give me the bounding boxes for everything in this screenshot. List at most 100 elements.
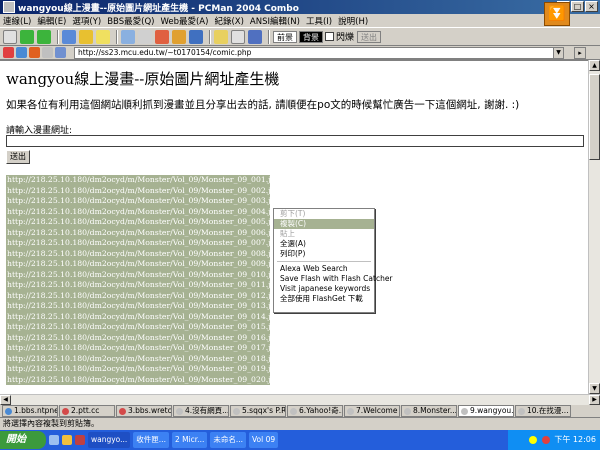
reconnect-icon[interactable] xyxy=(62,29,76,44)
star-icon[interactable] xyxy=(96,29,110,44)
chevron-down-icon[interactable]: ▼ xyxy=(553,47,563,58)
menu-bbs-favorites[interactable]: BBS最愛(Q) xyxy=(107,15,154,27)
url-row[interactable]: http://218.25.10.180/dm2ocyd/m/Monster/V… xyxy=(6,290,280,301)
menu-tools[interactable]: 工具(I) xyxy=(306,15,332,27)
tray-icon[interactable] xyxy=(529,435,538,444)
context-flashget-all[interactable]: 全部使用 FlashGet 下載 xyxy=(274,294,374,304)
zoom-icon[interactable] xyxy=(55,47,66,58)
ansi-color-icon[interactable] xyxy=(155,29,169,44)
scroll-down-icon[interactable]: ▼ xyxy=(589,383,600,394)
url-row[interactable]: http://218.25.10.180/dm2ocyd/m/Monster/V… xyxy=(6,248,280,259)
quicklaunch-folder-icon[interactable] xyxy=(62,435,72,445)
tray-icon[interactable] xyxy=(541,435,550,444)
menu-web-favorites[interactable]: Web最愛(A) xyxy=(160,15,208,27)
tab-1[interactable]: 1.bbs.ntpne... xyxy=(2,405,58,417)
url-row[interactable]: http://218.25.10.180/dm2ocyd/m/Monster/V… xyxy=(6,238,280,249)
url-row[interactable]: http://218.25.10.180/dm2ocyd/m/Monster/V… xyxy=(6,374,280,385)
toolbar-separator xyxy=(209,29,211,44)
tab-9[interactable]: 9.wangyou... xyxy=(458,405,514,417)
url-row[interactable]: http://218.25.10.180/dm2ocyd/m/Monster/V… xyxy=(6,311,280,322)
tab-3[interactable]: 3.bbs.wretch... xyxy=(116,405,172,417)
tab-8[interactable]: 8.Monster... xyxy=(401,405,457,417)
url-row[interactable]: http://218.25.10.180/dm2ocyd/m/Monster/V… xyxy=(6,217,280,228)
tab-10[interactable]: 10.在找漫... xyxy=(515,405,571,417)
favorites-icon[interactable] xyxy=(79,29,93,44)
window-icon[interactable] xyxy=(189,29,203,44)
forward-icon[interactable] xyxy=(37,29,51,44)
taskbar-item[interactable]: 收件匣... xyxy=(133,432,169,448)
tab-2[interactable]: 2.ptt.cc xyxy=(59,405,115,417)
context-visit-keywords[interactable]: Visit japanese keywords xyxy=(274,284,374,294)
url-row[interactable]: http://218.25.10.180/dm2ocyd/m/Monster/V… xyxy=(6,332,280,343)
taskbar-item[interactable]: Vol 09 xyxy=(249,432,279,448)
url-row[interactable]: http://218.25.10.180/dm2ocyd/m/Monster/V… xyxy=(6,206,280,217)
context-save-flash[interactable]: Save Flash with Flash Catcher xyxy=(274,274,393,284)
go-button[interactable]: ▸ xyxy=(574,46,586,59)
comic-url-input[interactable] xyxy=(6,135,584,147)
scroll-left-icon[interactable]: ◀ xyxy=(0,395,11,405)
background-mode-button[interactable]: 背景 xyxy=(299,30,323,43)
context-print[interactable]: 列印(P) xyxy=(274,249,374,259)
quicklaunch-ie-icon[interactable] xyxy=(49,435,59,445)
lock-icon[interactable] xyxy=(214,29,228,44)
tab-4[interactable]: 4.沒有網頁... xyxy=(173,405,229,417)
url-row[interactable]: http://218.25.10.180/dm2ocyd/m/Monster/V… xyxy=(6,269,280,280)
url-row[interactable]: http://218.25.10.180/dm2ocyd/m/Monster/V… xyxy=(6,343,280,354)
gear-icon[interactable] xyxy=(172,29,186,44)
tab-5[interactable]: 5.sqqx's P.R.I... xyxy=(230,405,286,417)
menu-help[interactable]: 說明(H) xyxy=(338,15,368,27)
quicklaunch-app-icon[interactable] xyxy=(75,435,85,445)
url-row[interactable]: http://218.25.10.180/dm2ocyd/m/Monster/V… xyxy=(6,301,280,312)
home-icon[interactable] xyxy=(29,47,40,58)
menu-options[interactable]: 選項(Y) xyxy=(72,15,101,27)
context-alexa-search[interactable]: Alexa Web Search xyxy=(274,264,374,274)
menu-history[interactable]: 紀錄(X) xyxy=(214,15,243,27)
menu-ansi-edit[interactable]: ANSI編輯(N) xyxy=(250,15,300,27)
url-row[interactable]: http://218.25.10.180/dm2ocyd/m/Monster/V… xyxy=(6,185,280,196)
taskbar-item[interactable]: 2 Micr... xyxy=(171,432,208,448)
url-row[interactable]: http://218.25.10.180/dm2ocyd/m/Monster/V… xyxy=(6,175,280,186)
start-button[interactable]: 開始 xyxy=(0,431,46,449)
tab-7[interactable]: 7.Welcome t... xyxy=(344,405,400,417)
submit-button[interactable]: 送出 xyxy=(6,150,30,164)
tab-6[interactable]: 6.Yahoo!奇... xyxy=(287,405,343,417)
print-icon[interactable] xyxy=(42,47,53,58)
status-bar: 將選擇內容複製到剪貼簿。 xyxy=(0,417,600,430)
paste-icon[interactable] xyxy=(138,29,152,44)
menu-connection[interactable]: 連線(L) xyxy=(3,15,31,27)
url-row[interactable]: http://218.25.10.180/dm2ocyd/m/Monster/V… xyxy=(6,227,280,238)
context-select-all[interactable]: 全選(A) xyxy=(274,239,374,249)
refresh-icon[interactable] xyxy=(16,47,27,58)
context-copy[interactable]: 複製(C) xyxy=(274,219,374,229)
menu-edit[interactable]: 編輯(E) xyxy=(37,15,66,27)
close-button[interactable]: × xyxy=(585,1,598,12)
url-row[interactable]: http://218.25.10.180/dm2ocyd/m/Monster/V… xyxy=(6,364,280,375)
taskbar-item[interactable]: 未命名... xyxy=(210,432,246,448)
url-row[interactable]: http://218.25.10.180/dm2ocyd/m/Monster/V… xyxy=(6,353,280,364)
vertical-scrollbar[interactable]: ▲ ▼ xyxy=(588,60,600,394)
maximize-button[interactable]: □ xyxy=(571,1,584,12)
flashget-download-icon[interactable]: ⏬ xyxy=(544,2,570,26)
foreground-mode-button[interactable]: 前景 xyxy=(273,30,297,43)
horizontal-scrollbar[interactable]: ◀ ▶ xyxy=(0,394,600,405)
web-page: wangyou線上漫畫--原始圖片網址產生機 如果各位有利用這個網站順利抓到漫畫… xyxy=(0,60,588,394)
flash-checkbox[interactable] xyxy=(325,32,334,41)
url-row[interactable]: http://218.25.10.180/dm2ocyd/m/Monster/V… xyxy=(6,259,280,270)
scroll-thumb[interactable] xyxy=(589,74,600,160)
edit-icon[interactable] xyxy=(231,29,245,44)
clock[interactable]: 下午 12:06 xyxy=(554,435,596,444)
url-row[interactable]: http://218.25.10.180/dm2ocyd/m/Monster/V… xyxy=(6,280,280,291)
stop-icon[interactable] xyxy=(3,47,14,58)
scroll-right-icon[interactable]: ▶ xyxy=(589,395,600,405)
new-connection-icon[interactable] xyxy=(3,29,17,44)
taskbar-item[interactable]: wangyo... xyxy=(88,432,131,448)
help-icon[interactable] xyxy=(248,29,262,44)
copy-icon[interactable] xyxy=(121,29,135,44)
back-icon[interactable] xyxy=(20,29,34,44)
scroll-up-icon[interactable]: ▲ xyxy=(589,60,600,71)
address-input[interactable]: http://ss23.mcu.edu.tw/~t0170154/comic.p… xyxy=(74,46,564,59)
ansi-send-button[interactable]: 送出 xyxy=(357,30,382,43)
url-row[interactable]: http://218.25.10.180/dm2ocyd/m/Monster/V… xyxy=(6,196,280,207)
url-row[interactable]: http://218.25.10.180/dm2ocyd/m/Monster/V… xyxy=(6,322,280,333)
tab-label: 2.ptt.cc xyxy=(71,406,100,415)
